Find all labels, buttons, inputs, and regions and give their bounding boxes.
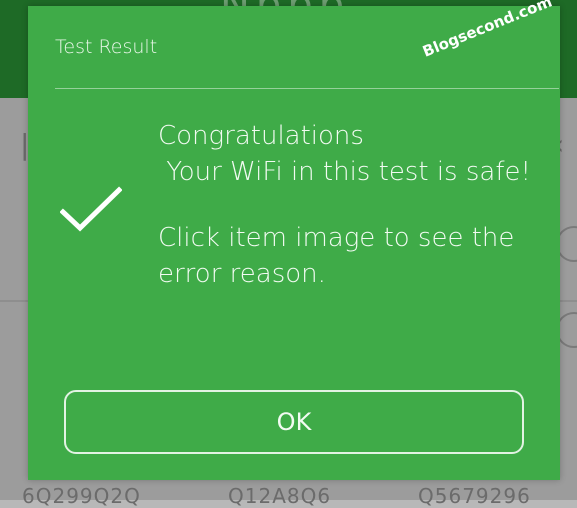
result-message: Congratulations Your WiFi in this test i… [158,118,548,292]
background-item-label: Q5679296 [418,484,531,508]
title-divider [55,88,559,89]
check-icon [60,186,122,232]
dialog-title: Test Result [55,36,158,58]
message-line: error reason. [158,259,326,289]
background-item-label: Q12A8Q6 [228,484,332,508]
ok-button[interactable]: OK [64,390,524,454]
watermark: Blogsecond.com [420,0,555,61]
message-line: Click item image to see the [158,223,515,253]
message-spacer [158,190,548,220]
message-line: Your WiFi in this test is safe! [158,157,531,187]
test-result-dialog: Test Result Blogsecond.com Congratulatio… [28,0,560,480]
message-line: Congratulations [158,121,364,151]
background-item-label: 6Q299Q2Q [22,484,141,508]
